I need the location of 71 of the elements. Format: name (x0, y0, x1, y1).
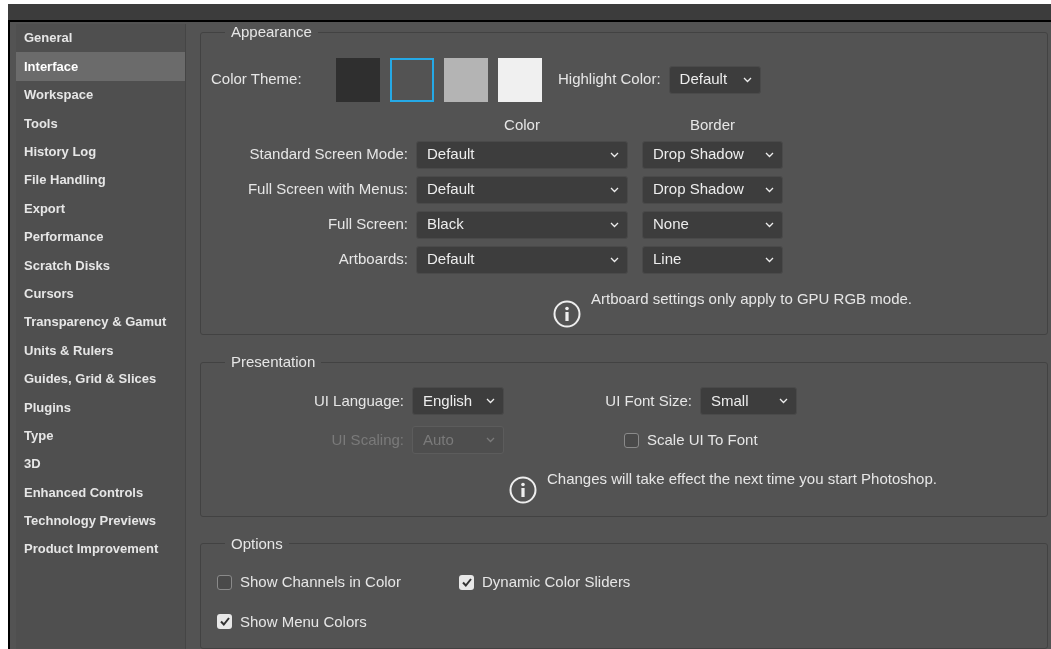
chevron-down-icon (610, 221, 619, 228)
checkbox[interactable] (459, 574, 474, 590)
sidebar-item[interactable]: Enhanced Controls (16, 478, 185, 507)
sidebar-item[interactable]: Plugins (16, 393, 185, 422)
chevron-down-icon (765, 186, 774, 193)
chevron-down-icon (765, 256, 774, 263)
column-header: Border (690, 114, 735, 134)
sidebar-item[interactable]: Cursors (16, 279, 185, 308)
sidebar-item[interactable]: Scratch Disks (16, 251, 185, 280)
chevron-down-icon (610, 186, 619, 193)
sidebar-item[interactable]: Product Improvement (16, 535, 185, 564)
dropdown[interactable]: Black (416, 210, 628, 239)
theme-swatch[interactable] (390, 57, 434, 102)
sidebar-item[interactable]: File Handling (16, 165, 185, 195)
checkbox-label: Show Menu Colors (240, 611, 367, 632)
chevron-down-icon (742, 76, 752, 83)
chevron-down-icon (765, 221, 774, 228)
sidebar-item[interactable]: Performance (16, 222, 185, 252)
checkbox[interactable] (624, 432, 639, 448)
field-label: Standard Screen Mode: (249, 144, 408, 165)
sidebar-item[interactable]: Type (16, 421, 185, 450)
dropdown[interactable]: Line (642, 245, 783, 274)
field-label: Full Screen: (327, 214, 408, 235)
theme-swatch[interactable] (336, 57, 380, 102)
sidebar-item[interactable]: Interface (16, 52, 185, 81)
section-title: Presentation (230, 351, 317, 372)
dropdown[interactable]: Default (416, 175, 628, 204)
sidebar-item[interactable]: Transparency & Gamut (16, 307, 185, 337)
sidebar-item[interactable]: 3D (16, 449, 185, 479)
sidebar-item[interactable]: Units & Rulers (16, 336, 185, 365)
theme-swatch[interactable] (444, 57, 488, 102)
sidebar-item[interactable]: Technology Previews (16, 506, 185, 536)
checkbox-label: Dynamic Color Sliders (482, 572, 631, 593)
field-label: UI Font Size: (605, 391, 692, 412)
dropdown[interactable]: Small (700, 387, 797, 416)
dropdown[interactable]: Drop Shadow (642, 140, 783, 169)
sidebar-item[interactable]: General (16, 24, 185, 53)
chevron-down-icon (486, 398, 495, 405)
theme-swatch[interactable] (498, 57, 542, 102)
field-label: Full Screen with Menus: (247, 179, 408, 200)
checkbox[interactable] (217, 614, 232, 630)
sidebar-item[interactable]: Tools (16, 109, 185, 138)
section-title: Options (230, 533, 284, 554)
info-icon (509, 476, 537, 505)
dropdown[interactable]: Default (668, 65, 761, 94)
chevron-down-icon (765, 151, 774, 158)
sidebar-item[interactable]: Export (16, 194, 185, 223)
dropdown[interactable]: English (412, 387, 504, 416)
sidebar-item[interactable]: Workspace (16, 80, 185, 110)
field-label: Color Theme: (211, 69, 303, 90)
chevron-down-icon (779, 398, 788, 405)
section-title: Appearance (230, 22, 313, 42)
field-label: Artboards: (338, 249, 408, 270)
chevron-down-icon (610, 256, 619, 263)
sidebar-item[interactable]: Guides, Grid & Slices (16, 364, 185, 394)
column-header: Color (504, 114, 540, 134)
dropdown[interactable]: Default (416, 140, 628, 169)
info-note: Changes will take effect the next time you start Photoshop. (547, 469, 937, 490)
sidebar-item[interactable]: History Log (16, 137, 185, 166)
checkbox-label: Show Channels in Color (240, 572, 401, 593)
dropdown[interactable]: None (642, 210, 783, 239)
dropdown[interactable]: Default (416, 245, 628, 274)
chevron-down-icon (610, 151, 619, 158)
info-icon (553, 299, 581, 328)
checkbox-label: Scale UI To Font (647, 430, 758, 451)
field-label: UI Language: (313, 391, 404, 412)
chevron-down-icon (486, 437, 495, 444)
field-label: Highlight Color: (558, 69, 661, 90)
checkbox[interactable] (217, 574, 232, 590)
info-note: Artboard settings only apply to GPU RGB mode. (591, 288, 912, 309)
dropdown[interactable]: Drop Shadow (642, 175, 783, 204)
